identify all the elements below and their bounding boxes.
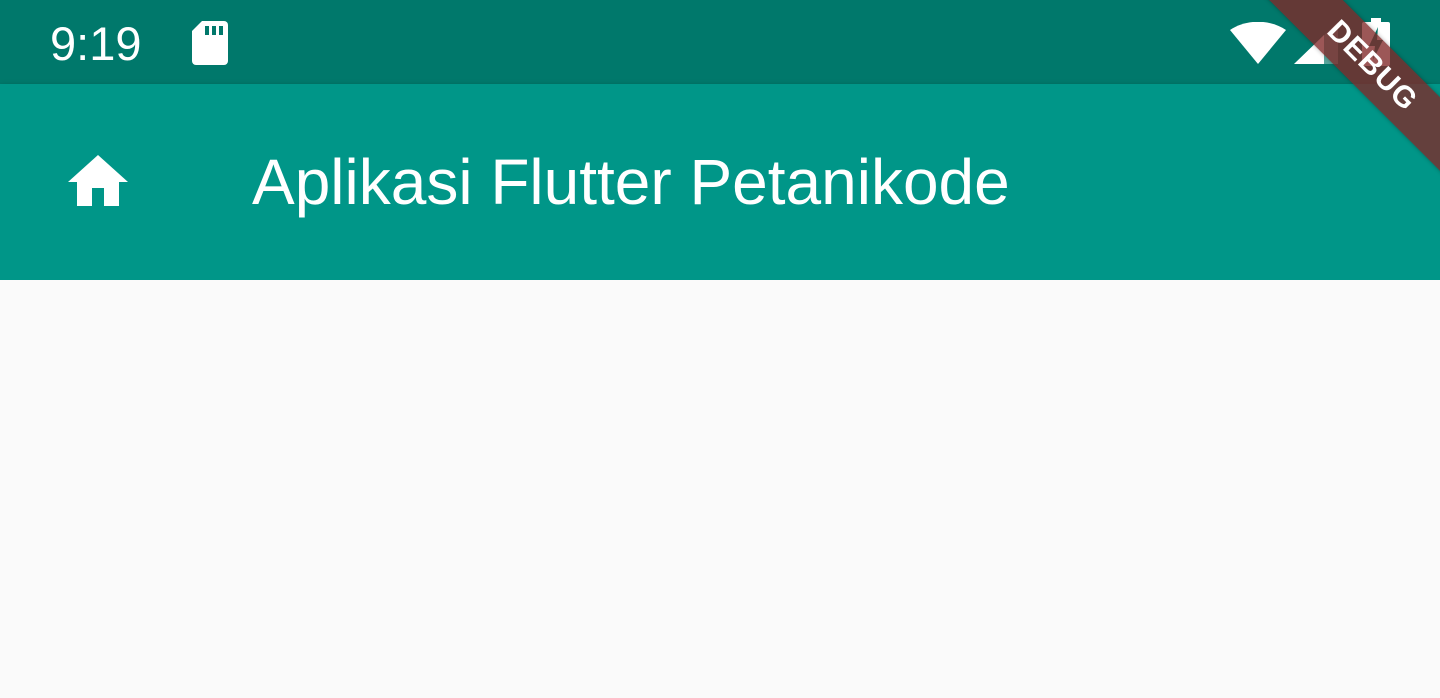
wifi-icon: [1230, 21, 1286, 64]
cell-signal-icon: [1294, 22, 1338, 64]
app-title: Aplikasi Flutter Petanikode: [252, 146, 1010, 218]
battery-charging-icon: [1362, 18, 1390, 66]
home-icon: [62, 146, 134, 223]
app-bar: Aplikasi Flutter Petanikode: [0, 84, 1440, 280]
home-button[interactable]: [46, 132, 150, 236]
content-area: [0, 280, 1440, 698]
sd-card-icon: [192, 21, 228, 65]
app-screen: 9:19 Aplikasi Flutter Petanikode DEBUG: [0, 0, 1440, 698]
status-time: 9:19: [50, 17, 142, 70]
status-bar: 9:19: [0, 0, 1440, 84]
